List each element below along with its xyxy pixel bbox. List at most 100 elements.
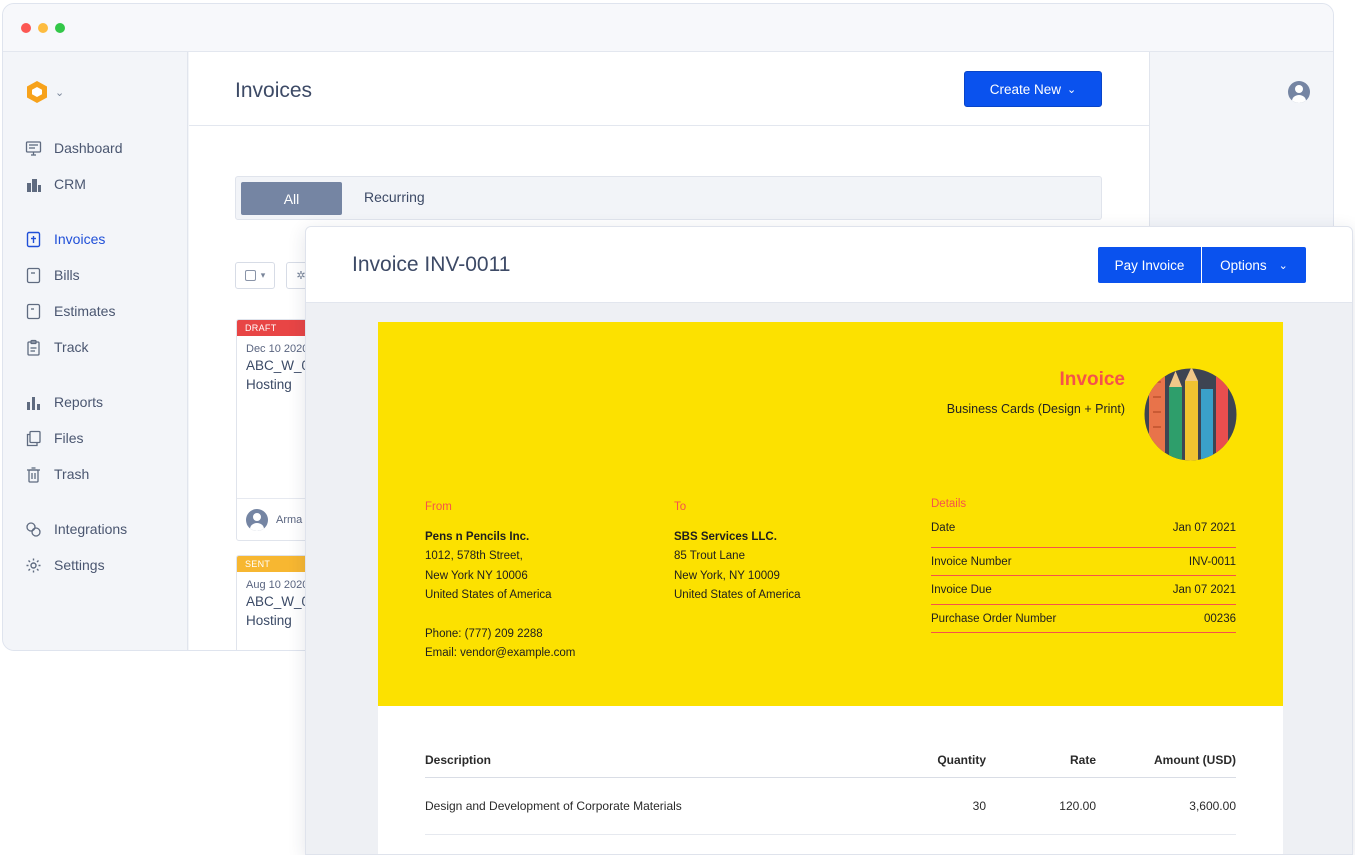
tab-all[interactable]: All — [241, 182, 342, 215]
trash-icon — [25, 466, 42, 483]
create-new-button[interactable]: Create New ⌄ — [964, 71, 1102, 107]
select-all-dropdown[interactable]: ▾ — [235, 262, 275, 289]
sidebar-item-integrations[interactable]: Integrations — [25, 517, 127, 541]
invoice-subheading: Business Cards (Design + Print) — [946, 402, 1125, 416]
from-caption: From — [425, 501, 452, 513]
to-address-line: 85 Trout Lane — [674, 550, 745, 562]
details-label: Invoice Due — [931, 584, 992, 596]
checkbox-icon — [244, 270, 256, 281]
to-name: SBS Services LLC. — [674, 530, 777, 543]
main-header: Invoices Create New ⌄ — [189, 52, 1149, 126]
from-block: From Pens n Pencils Inc. 1012, 578th Str… — [425, 498, 575, 664]
item-description: Design and Development of Corporate Mate… — [425, 799, 682, 813]
workspace-switcher[interactable]: ⌄ — [25, 80, 64, 104]
sidebar: ⌄ Dashboard CRM Invoices Bills Estimates… — [3, 52, 188, 650]
sidebar-item-label: Estimates — [54, 303, 116, 319]
sidebar-item-label: Dashboard — [54, 140, 123, 156]
invoice-header-band: Invoice Business Cards (Design + Print) — [378, 322, 1283, 706]
to-caption: To — [674, 501, 687, 513]
sidebar-item-track[interactable]: Track — [25, 335, 88, 359]
details-row: Invoice Number INV-0011 — [931, 548, 1236, 576]
column-header-amount: Amount (USD) — [1154, 752, 1236, 767]
to-address-line: New York, NY 10009 — [674, 569, 780, 582]
sidebar-item-trash[interactable]: Trash — [25, 462, 89, 486]
item-amount: 3,600.00 — [1189, 799, 1236, 813]
invoice-icon — [25, 231, 42, 248]
sidebar-item-invoices[interactable]: Invoices — [25, 227, 105, 251]
create-new-label: Create New — [989, 81, 1062, 97]
sidebar-item-reports[interactable]: Reports — [25, 390, 103, 414]
sidebar-item-bills[interactable]: Bills — [25, 263, 80, 287]
details-label: Purchase Order Number — [931, 612, 1057, 625]
invoice-filter-tabs: All Recurring — [235, 176, 1102, 220]
close-window-button[interactable] — [21, 22, 31, 33]
details-value: 00236 — [1204, 612, 1236, 625]
details-value: INV-0011 — [1188, 555, 1236, 568]
titlebar — [3, 4, 1333, 52]
avatar — [246, 508, 268, 531]
invoice-document: Invoice Business Cards (Design + Print) — [378, 322, 1283, 854]
caret-down-icon: ▾ — [260, 270, 266, 280]
page-title: Invoices — [235, 79, 313, 102]
from-address-line: 1012, 578th Street, — [425, 550, 523, 562]
item-quantity: 30 — [972, 799, 986, 813]
monitor-icon — [25, 140, 42, 157]
table-row: Design and Development of Corporate Mate… — [425, 778, 1236, 835]
table-header: Description Quantity Rate Amount (USD) — [425, 742, 1236, 778]
owner-name: Arma — [276, 513, 303, 526]
invoice-panel-title: Invoice INV-0011 — [352, 253, 511, 276]
estimate-icon — [25, 303, 42, 320]
invoice-preview-panel: Invoice INV-0011 Pay Invoice Options ⌄ I… — [305, 226, 1353, 855]
details-row: Invoice Due Jan 07 2021 — [931, 576, 1236, 605]
invoice-heading: Invoice — [1059, 369, 1125, 390]
details-row: Purchase Order Number 00236 — [931, 605, 1236, 633]
details-value: Jan 07 2021 — [1172, 522, 1236, 534]
from-address-line: United States of America — [425, 589, 552, 601]
to-address-line: United States of America — [674, 589, 801, 601]
integrations-icon — [25, 521, 42, 538]
sidebar-item-crm[interactable]: CRM — [25, 172, 86, 196]
minimize-window-button[interactable] — [38, 22, 48, 33]
pencils-illustration — [1144, 368, 1237, 461]
from-email: Email: vendor@example.com — [425, 647, 576, 659]
sidebar-item-label: Files — [54, 430, 84, 446]
invoice-panel-header: Invoice INV-0011 Pay Invoice Options ⌄ — [306, 227, 1352, 303]
sidebar-item-dashboard[interactable]: Dashboard — [25, 136, 123, 160]
options-button[interactable]: Options ⌄ — [1202, 247, 1306, 283]
details-block: Details Date Jan 07 2021 Invoice Number … — [931, 498, 1236, 633]
sidebar-item-settings[interactable]: Settings — [25, 553, 105, 577]
details-label: Date — [931, 522, 956, 534]
column-header-description: Description — [425, 752, 492, 767]
details-row: Date Jan 07 2021 — [931, 519, 1236, 548]
buildings-icon — [25, 176, 42, 193]
zoom-window-button[interactable] — [55, 22, 65, 33]
from-address-line: New York NY 10006 — [425, 569, 528, 582]
details-value: Jan 07 2021 — [1172, 584, 1236, 596]
column-header-quantity: Quantity — [937, 752, 986, 767]
line-items-table: Description Quantity Rate Amount (USD) D… — [425, 742, 1236, 835]
chevron-down-icon: ⌄ — [1278, 259, 1288, 272]
from-name: Pens n Pencils Inc. — [425, 530, 530, 543]
bar-chart-icon — [25, 394, 42, 411]
chevron-down-icon: ⌄ — [55, 86, 65, 99]
clipboard-icon — [25, 339, 42, 356]
details-label: Invoice Number — [931, 555, 1012, 568]
gear-icon — [25, 557, 42, 574]
pay-invoice-button[interactable]: Pay Invoice — [1098, 247, 1201, 283]
chevron-down-icon: ⌄ — [1067, 83, 1077, 96]
sidebar-item-label: Settings — [54, 557, 105, 573]
bill-icon — [25, 267, 42, 284]
sidebar-item-label: CRM — [54, 176, 86, 192]
user-avatar-icon[interactable] — [1288, 81, 1310, 103]
tab-recurring[interactable]: Recurring — [364, 189, 425, 205]
to-block: To SBS Services LLC. 85 Trout Lane New Y… — [674, 498, 801, 606]
sidebar-item-estimates[interactable]: Estimates — [25, 299, 115, 323]
sidebar-item-label: Track — [54, 339, 89, 355]
sidebar-item-label: Trash — [54, 466, 90, 482]
hexagon-logo-icon — [27, 81, 47, 103]
options-label: Options — [1220, 257, 1267, 273]
sidebar-item-files[interactable]: Files — [25, 426, 84, 450]
sidebar-item-label: Reports — [54, 394, 104, 410]
column-header-rate: Rate — [1069, 752, 1096, 767]
from-phone: Phone: (777) 209 2288 — [425, 627, 543, 640]
